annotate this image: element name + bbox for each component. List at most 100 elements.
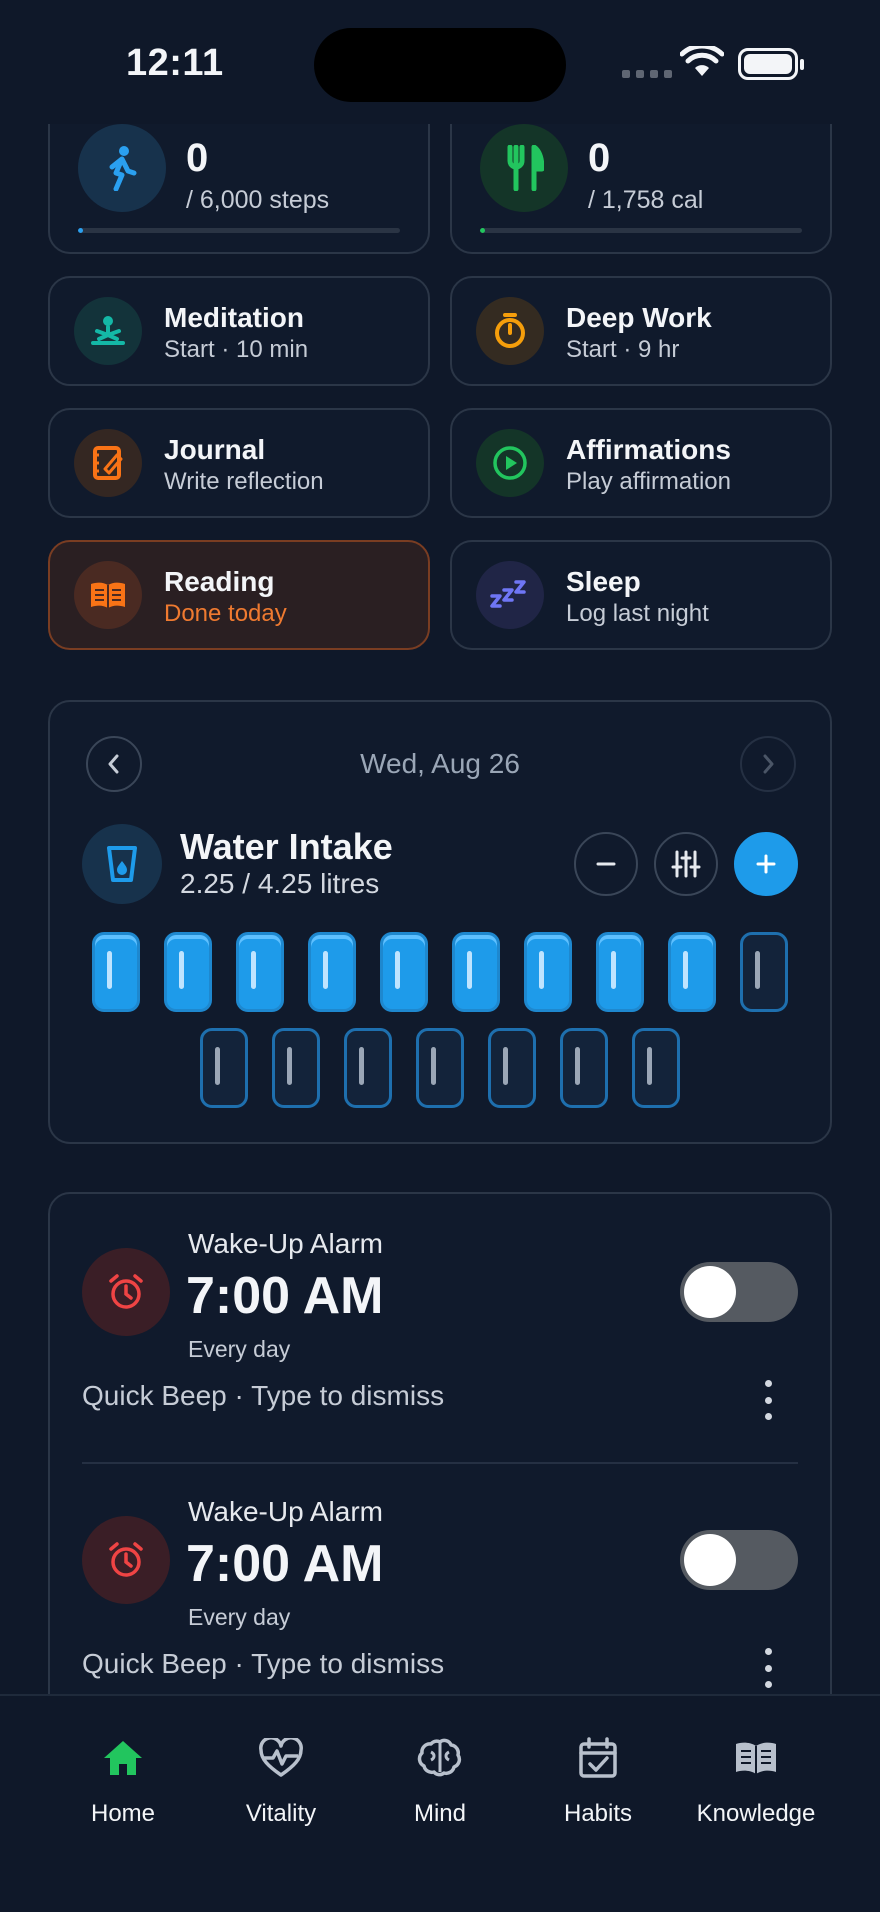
water-glass-full[interactable] (668, 932, 716, 1012)
alarm-repeat: Every day (188, 1604, 291, 1630)
tab-vitality[interactable]: Vitality (201, 1732, 361, 1828)
water-glass-full[interactable] (308, 932, 356, 1012)
wifi-icon (680, 46, 724, 76)
water-settings-button[interactable] (654, 832, 718, 896)
dynamic-island (314, 28, 566, 102)
meditation-icon (74, 297, 142, 365)
water-glass-empty[interactable] (272, 1028, 320, 1108)
water-glass-full[interactable] (92, 932, 140, 1012)
steps-card[interactable]: 0 / 6,000 steps (48, 124, 430, 254)
tab-knowledge[interactable]: Knowledge (676, 1732, 836, 1828)
water-glass-empty[interactable] (740, 932, 788, 1012)
journal-subtitle: Write reflection (164, 468, 324, 495)
journal-tile[interactable]: Journal Write reflection (48, 408, 430, 518)
alarm-item[interactable]: Wake-Up Alarm 7:00 AM Every day Quick Be… (50, 1464, 830, 1694)
meditation-title: Meditation (164, 302, 304, 333)
sliders-icon (671, 850, 701, 878)
steps-progress-bar (78, 228, 400, 233)
water-glass-empty[interactable] (488, 1028, 536, 1108)
minus-icon (596, 862, 616, 866)
alarm-description: Quick Beep · Type to dismiss (82, 1380, 445, 1411)
stopwatch-icon (476, 297, 544, 365)
journal-icon (74, 429, 142, 497)
home-icon (43, 1732, 203, 1784)
tab-mind[interactable]: Mind (360, 1732, 520, 1828)
water-glasses-row-2 (50, 1028, 830, 1108)
alarm-item[interactable]: Wake-Up Alarm 7:00 AM Every day Quick Be… (50, 1194, 830, 1462)
fork-knife-icon (480, 124, 568, 212)
tab-home-label: Home (90, 1800, 156, 1827)
steps-value: 0 (186, 136, 209, 180)
water-glass-empty[interactable] (416, 1028, 464, 1108)
water-date: Wed, Aug 26 (360, 748, 520, 779)
water-glass-empty[interactable] (632, 1028, 680, 1108)
status-time: 12:11 (126, 42, 224, 84)
bottom-tab-bar: Home Vitality Mind Habits Knowledge (0, 1694, 880, 1912)
affirmations-tile[interactable]: Affirmations Play affirmation (450, 408, 832, 518)
calories-card[interactable]: 0 / 1,758 cal (450, 124, 832, 254)
water-glass-empty[interactable] (344, 1028, 392, 1108)
water-glass-icon (82, 824, 162, 904)
sleep-subtitle: Log last night (566, 600, 709, 627)
calories-goal: / 1,758 cal (588, 186, 704, 214)
water-glass-full[interactable] (236, 932, 284, 1012)
alarm-repeat: Every day (188, 1336, 291, 1362)
water-glass-full[interactable] (524, 932, 572, 1012)
open-book-icon (74, 561, 142, 629)
remove-glass-button[interactable] (574, 832, 638, 896)
tab-vitality-label: Vitality (245, 1800, 317, 1827)
brain-icon (360, 1732, 520, 1784)
reading-title: Reading (164, 566, 275, 597)
alarm-toggle[interactable] (680, 1262, 798, 1322)
sleep-tile[interactable]: Sleep Log last night (450, 540, 832, 650)
water-amount: 2.25 / 4.25 litres (180, 868, 380, 899)
water-intake-card: Wed, Aug 26 Water Intake 2.25 / 4.25 lit… (48, 700, 832, 1144)
alarm-clock-icon (82, 1248, 170, 1336)
book-icon (676, 1732, 836, 1784)
tab-mind-label: Mind (413, 1800, 467, 1827)
water-glass-full[interactable] (596, 932, 644, 1012)
deep-work-subtitle: Start · 9 hr (566, 336, 680, 363)
home-scroll-content[interactable]: 0 / 6,000 steps 0 / 1,758 cal Meditation… (0, 124, 880, 1694)
next-day-button[interactable] (740, 736, 796, 792)
alarm-name: Wake-Up Alarm (188, 1496, 384, 1527)
tab-habits-label: Habits (563, 1800, 633, 1827)
walking-icon (78, 124, 166, 212)
alarms-card: Wake-Up Alarm 7:00 AM Every day Quick Be… (48, 1192, 832, 1694)
calories-progress-bar (480, 228, 802, 233)
chevron-right-icon (763, 754, 774, 774)
tab-habits[interactable]: Habits (518, 1732, 678, 1828)
play-circle-icon (476, 429, 544, 497)
heart-pulse-icon (201, 1732, 361, 1784)
tab-home[interactable]: Home (43, 1732, 203, 1828)
plus-icon (756, 854, 776, 874)
alarm-clock-icon (82, 1516, 170, 1604)
alarm-time: 7:00 AM (186, 1267, 384, 1325)
deep-work-title: Deep Work (566, 302, 712, 333)
deep-work-tile[interactable]: Deep Work Start · 9 hr (450, 276, 832, 386)
sleep-title: Sleep (566, 566, 641, 597)
cellular-signal-icon (622, 70, 672, 78)
meditation-tile[interactable]: Meditation Start · 10 min (48, 276, 430, 386)
reading-tile[interactable]: Reading Done today (48, 540, 430, 650)
affirmations-title: Affirmations (566, 434, 731, 465)
more-options-icon[interactable] (756, 1648, 780, 1688)
steps-goal: / 6,000 steps (186, 186, 330, 214)
water-glass-empty[interactable] (200, 1028, 248, 1108)
water-glass-full[interactable] (164, 932, 212, 1012)
water-glass-empty[interactable] (560, 1028, 608, 1108)
meditation-subtitle: Start · 10 min (164, 336, 309, 363)
alarm-name: Wake-Up Alarm (188, 1228, 384, 1259)
affirmations-subtitle: Play affirmation (566, 468, 731, 495)
add-glass-button[interactable] (734, 832, 798, 896)
alarm-toggle[interactable] (680, 1530, 798, 1590)
water-glass-full[interactable] (452, 932, 500, 1012)
zzz-icon (476, 561, 544, 629)
calories-value: 0 (588, 136, 611, 180)
more-options-icon[interactable] (756, 1380, 780, 1420)
alarm-time: 7:00 AM (186, 1535, 384, 1593)
tab-knowledge-label: Knowledge (696, 1800, 816, 1827)
reading-subtitle: Done today (164, 600, 287, 627)
water-glass-full[interactable] (380, 932, 428, 1012)
battery-icon (738, 48, 804, 80)
